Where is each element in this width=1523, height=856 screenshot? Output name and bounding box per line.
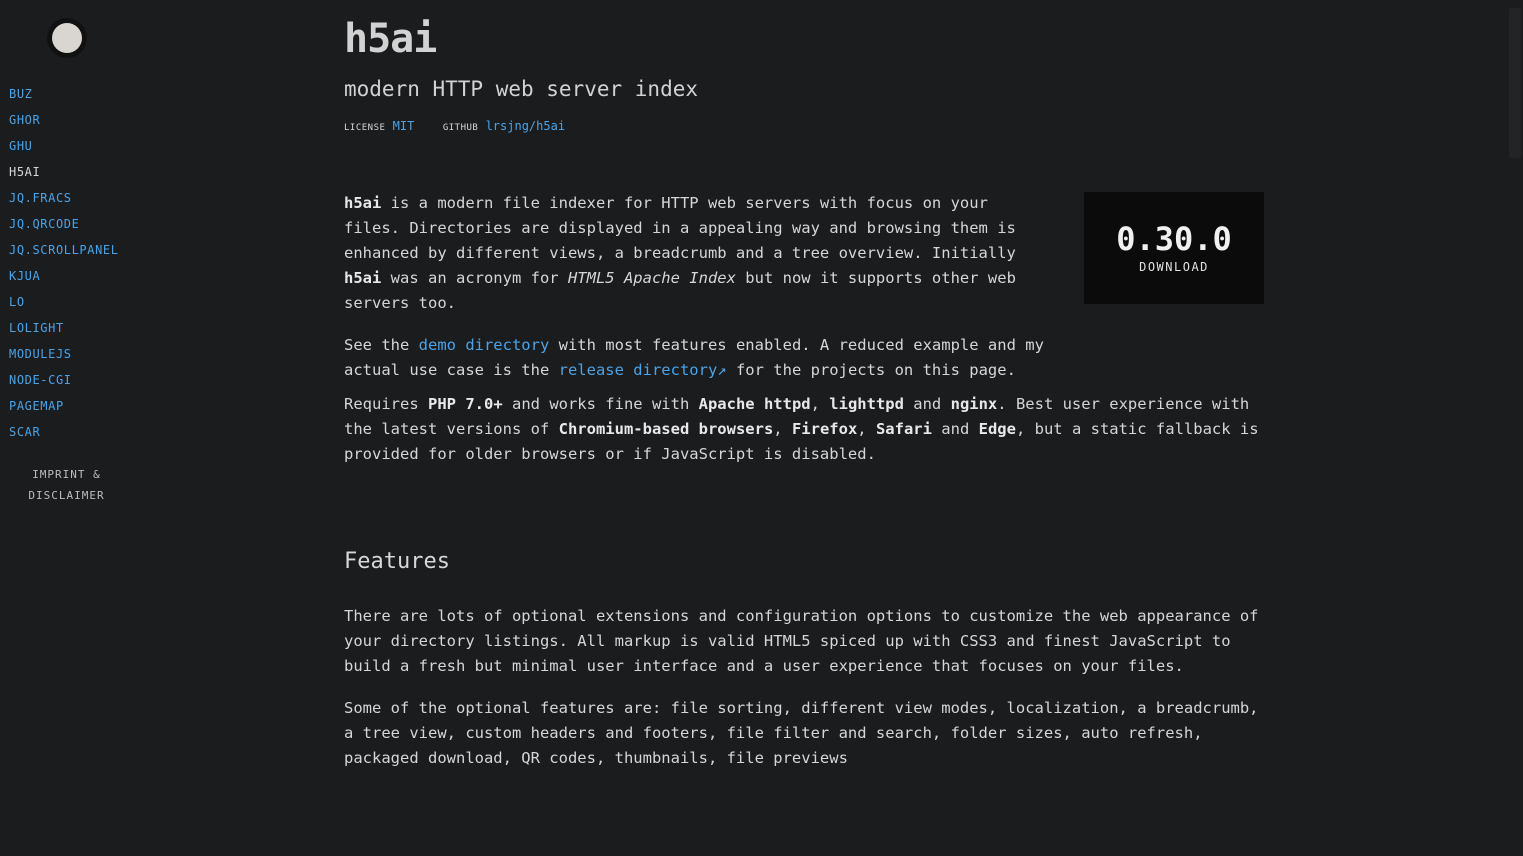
download-button[interactable]: 0.30.0 DOWNLOAD <box>1084 192 1264 304</box>
sidebar-item-lo[interactable]: LO <box>9 292 119 318</box>
license-link[interactable]: MIT <box>393 119 415 133</box>
sidebar-nav: BUZ GHOR GHU H5AI JQ.FRACS JQ.QRCODE JQ.… <box>9 84 119 448</box>
intro-italic: HTML5 Apache Index <box>567 269 736 287</box>
download-label: DOWNLOAD <box>1139 260 1209 274</box>
req-bold: PHP 7.0+ <box>428 395 503 413</box>
features-heading: Features <box>344 549 450 574</box>
demo-text: for the projects on this page. <box>726 361 1016 379</box>
req-bold: lighttpd <box>829 395 904 413</box>
intro-paragraph: h5ai is a modern file indexer for HTTP w… <box>344 191 1044 316</box>
req-bold: Safari <box>875 420 932 438</box>
scrollbar-thumb[interactable] <box>1509 8 1521 158</box>
intro-section: h5ai is a modern file indexer for HTTP w… <box>344 191 1044 400</box>
req-bold: Firefox <box>791 420 858 438</box>
demo-text: See the <box>344 336 419 354</box>
req-bold: Chromium-based browsers <box>558 420 774 438</box>
req-text: and <box>903 395 951 413</box>
imprint-line-2: DISCLAIMER <box>28 489 105 502</box>
req-text: , <box>773 420 792 438</box>
req-bold: Edge <box>978 420 1016 438</box>
version-number: 0.30.0 <box>1116 220 1232 258</box>
features-paragraph-1: There are lots of optional extensions an… <box>344 607 1259 675</box>
req-text: , <box>857 420 876 438</box>
page-subtitle: modern HTTP web server index <box>344 77 699 101</box>
sidebar-item-jq-fracs[interactable]: JQ.FRACS <box>9 188 119 214</box>
intro-bold: h5ai <box>344 269 382 287</box>
license-label: LICENSE <box>344 123 386 133</box>
sidebar-item-jq-qrcode[interactable]: JQ.QRCODE <box>9 214 119 240</box>
meta-info: LICENSE MIT GITHUB lrsjng/h5ai <box>344 117 565 137</box>
sidebar-item-h5ai[interactable]: H5AI <box>9 162 119 188</box>
github-label: GITHUB <box>442 123 479 133</box>
sidebar-item-ghor[interactable]: GHOR <box>9 110 119 136</box>
requirements-paragraph: Requires PHP 7.0+ and works fine with Ap… <box>344 392 1264 467</box>
req-text: and works fine with <box>502 395 699 413</box>
req-bold: nginx <box>950 395 998 413</box>
sidebar: BUZ GHOR GHU H5AI JQ.FRACS JQ.QRCODE JQ.… <box>0 0 150 856</box>
req-text: and <box>931 420 979 438</box>
sidebar-item-lolight[interactable]: LOLIGHT <box>9 318 119 344</box>
requirements-section: Requires PHP 7.0+ and works fine with Ap… <box>344 392 1264 484</box>
imprint-link[interactable]: IMPRINT & DISCLAIMER <box>0 464 133 506</box>
sidebar-item-node-cgi[interactable]: NODE-CGI <box>9 370 119 396</box>
sidebar-item-kjua[interactable]: KJUA <box>9 266 119 292</box>
scrollbar[interactable] <box>1507 0 1523 856</box>
sidebar-item-scar[interactable]: SCAR <box>9 422 119 448</box>
req-text: Requires <box>344 395 428 413</box>
sidebar-item-buz[interactable]: BUZ <box>9 84 119 110</box>
sidebar-item-pagemap[interactable]: PAGEMAP <box>9 396 119 422</box>
demo-paragraph: See the demo directory with most feature… <box>344 333 1044 383</box>
intro-text: is a modern file indexer for HTTP web se… <box>344 194 1016 262</box>
logo-icon[interactable] <box>47 18 87 58</box>
sidebar-item-jq-scrollpanel[interactable]: JQ.SCROLLPANEL <box>9 240 119 266</box>
req-bold: Apache httpd <box>698 395 811 413</box>
sidebar-item-ghu[interactable]: GHU <box>9 136 119 162</box>
release-directory-link[interactable]: release directory↗ <box>559 361 727 379</box>
intro-text: was an acronym for <box>381 269 568 287</box>
intro-bold: h5ai <box>344 194 382 212</box>
sidebar-item-modulejs[interactable]: MODULEJS <box>9 344 119 370</box>
req-text: , <box>810 395 830 413</box>
features-paragraph-2: Some of the optional features are: file … <box>344 699 1259 767</box>
imprint-line-1: IMPRINT & <box>32 468 101 481</box>
github-link[interactable]: lrsjng/h5ai <box>486 119 565 133</box>
demo-directory-link[interactable]: demo directory <box>419 336 550 354</box>
page-title: h5ai <box>344 16 437 62</box>
features-section: There are lots of optional extensions an… <box>344 604 1264 788</box>
